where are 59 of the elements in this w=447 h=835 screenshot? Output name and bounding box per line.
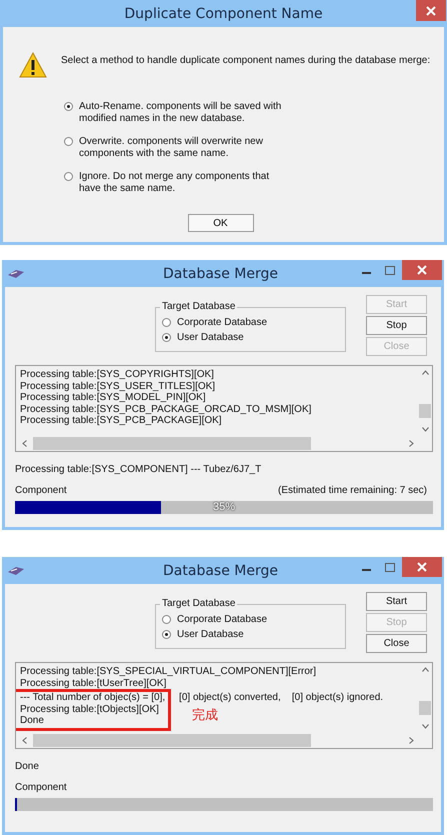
- chevron-right-icon[interactable]: [409, 440, 414, 447]
- maximize-icon: [385, 563, 395, 572]
- progress-label: Component: [15, 782, 67, 793]
- close-button[interactable]: [416, 0, 446, 21]
- maximize-icon: [385, 266, 395, 275]
- chevron-up-icon[interactable]: [422, 370, 428, 375]
- status-text: Done: [15, 761, 40, 772]
- window-title: Duplicate Component Name: [123, 6, 324, 22]
- radio-button[interactable]: [64, 102, 73, 111]
- chevron-up-icon[interactable]: [422, 667, 428, 672]
- radio-button[interactable]: [162, 333, 171, 342]
- close-icon: [417, 562, 427, 572]
- group-title: Target Database: [160, 598, 238, 609]
- radio-button[interactable]: [64, 137, 73, 146]
- action-button[interactable]: Close: [366, 634, 427, 653]
- app-icon: [8, 268, 24, 278]
- chevron-down-icon[interactable]: [422, 427, 428, 432]
- radio-button[interactable]: [162, 318, 171, 327]
- chevron-left-icon[interactable]: [22, 737, 27, 744]
- action-button[interactable]: Start: [366, 592, 427, 611]
- close-icon: [426, 6, 436, 16]
- radio-button[interactable]: [64, 172, 73, 181]
- time-remaining-text: (Estimated time remaining: 7 sec): [278, 485, 427, 496]
- window-title: Database Merge: [162, 266, 279, 282]
- radio-option[interactable]: Overwrite. components will overwrite new components with the same name.: [64, 136, 444, 160]
- window-title: Database Merge: [162, 562, 279, 578]
- chevron-left-icon[interactable]: [22, 440, 27, 447]
- radio-option[interactable]: Corporate Database: [162, 614, 345, 625]
- log-line: Processing table:[tObjects][OK]: [20, 704, 159, 715]
- log-line: Processing table:[SYS_USER_TITLES][OK]: [20, 380, 216, 392]
- message-text: Select a method to handle duplicate component names during the database merge:: [61, 54, 430, 66]
- ok-button[interactable]: OK: [188, 214, 254, 232]
- radio-option[interactable]: Corporate Database: [162, 317, 345, 328]
- status-text: Processing table:[SYS_COMPONENT] --- Tubez/6J7_T: [15, 464, 262, 475]
- radio-button[interactable]: [162, 630, 171, 639]
- close-icon: [417, 265, 427, 275]
- chevron-right-icon[interactable]: [409, 737, 414, 744]
- log-line: Processing table:[tUserTree][OK]: [20, 678, 166, 689]
- close-button[interactable]: [402, 260, 442, 280]
- radio-button[interactable]: [162, 615, 171, 624]
- log-line: Processing table:[SYS_PCB_PACKAGE][OK]: [20, 415, 222, 426]
- radio-option[interactable]: User Database: [162, 629, 345, 640]
- warning-icon: [19, 52, 47, 78]
- radio-option[interactable]: User Database: [162, 332, 345, 343]
- log-line: Processing table:[SYS_COPYRIGHTS][OK]: [20, 369, 214, 380]
- log-line: Done: [20, 715, 44, 726]
- radio-option[interactable]: Auto-Rename. components will be saved with modified names in the new database.: [64, 101, 444, 125]
- log-line: Processing table:[SYS_PCB_PACKAGE_ORCAD_TO_MSM][OK]: [20, 404, 312, 415]
- app-icon: [8, 566, 24, 576]
- radio-option[interactable]: Ignore. Do not merge any components that have the same name.: [64, 171, 444, 195]
- annotation-text: 完成: [192, 707, 218, 724]
- log-line: --- Total number of objec(s) = [0], [0] object(s) converted, [0] object(s) ignored.: [20, 692, 384, 704]
- log-line: Processing table:[SYS_MODEL_PIN][OK]: [20, 392, 206, 404]
- action-button[interactable]: Stop: [366, 316, 427, 335]
- progress-label: Component: [15, 485, 67, 496]
- chevron-down-icon[interactable]: [422, 724, 428, 729]
- log-line: Processing table:[SYS_SPECIAL_VIRTUAL_COMPONENT][Error]: [20, 666, 316, 678]
- group-title: Target Database: [160, 301, 238, 312]
- close-button[interactable]: [402, 557, 442, 577]
